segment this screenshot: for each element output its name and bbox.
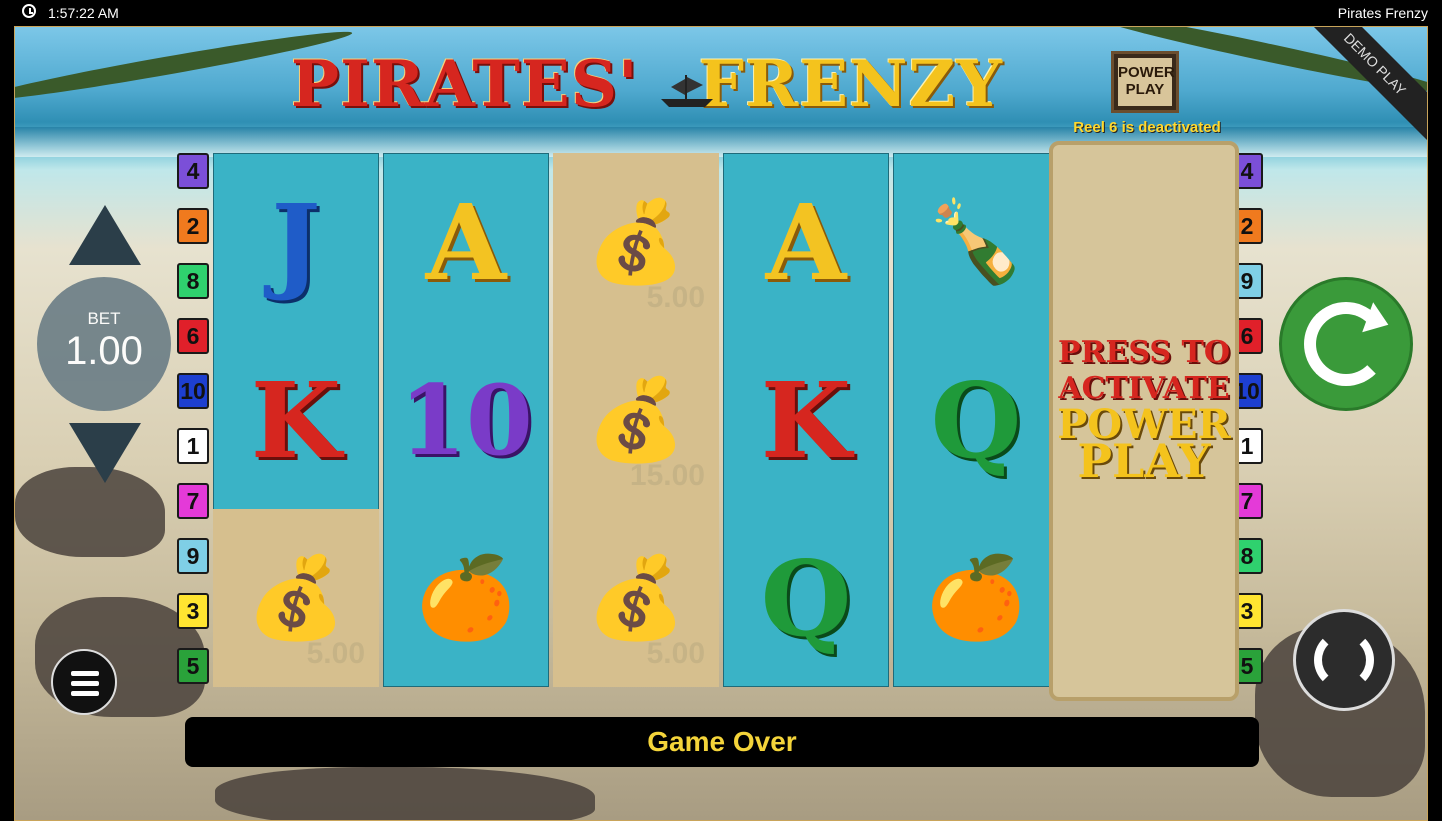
- bag-value: 5.00: [646, 637, 705, 670]
- bet-value: 1.00: [65, 329, 143, 373]
- bag-value: 5.00: [306, 637, 365, 670]
- symbol-j: J: [271, 180, 321, 304]
- bag-value: 15.00: [629, 459, 705, 492]
- reel6-power-play-scroll[interactable]: PRESS TO ACTIVATE POWER PLAY: [1049, 141, 1239, 701]
- autoplay-cycle-icon: [1314, 630, 1374, 690]
- payline-marker: 10: [177, 373, 209, 409]
- reel-cell: A: [383, 153, 549, 331]
- clock-time: 1:57:22 AM: [48, 5, 119, 21]
- bet-increase-arrow-icon[interactable]: [69, 205, 141, 265]
- hamburger-icon: [71, 681, 99, 686]
- payline-marker: 4: [177, 153, 209, 189]
- symbol-10: 10: [399, 363, 533, 477]
- logo-word-frenzy: FRENZY: [698, 47, 1003, 122]
- power-play-badge-line2: PLAY: [1125, 81, 1165, 98]
- reel-cell: K: [723, 331, 889, 509]
- bag-value: 5.00: [646, 281, 705, 314]
- bet-display: BET 1.00: [37, 277, 171, 411]
- reel-cell: 🍊: [893, 509, 1059, 687]
- payline-marker: 7: [177, 483, 209, 519]
- reel-cell: Q: [893, 331, 1059, 509]
- payline-marker: 8: [177, 263, 209, 299]
- power-play-badge-line1: POWER: [1118, 64, 1175, 81]
- payline-marker: 5: [177, 648, 209, 684]
- treasure-bag-icon: 💰: [586, 553, 686, 642]
- reel-cell: 💰 5.00: [553, 153, 719, 331]
- reel-cell: 💰 5.00: [553, 509, 719, 687]
- logo-word-pirates: PIRATES': [291, 47, 639, 122]
- symbol-k: K: [250, 358, 342, 482]
- symbol-q: Q: [930, 358, 1022, 482]
- payline-marker: 2: [177, 208, 209, 244]
- symbol-k: K: [760, 358, 852, 482]
- reel-cell: 🍊: [383, 509, 549, 687]
- reel-cell: A: [723, 153, 889, 331]
- orange-icon: 🍊: [416, 553, 516, 642]
- payline-marker: 9: [177, 538, 209, 574]
- reel6-status-text: Reel 6 is deactivated: [1073, 119, 1221, 136]
- bet-decrease-arrow-icon[interactable]: [69, 423, 141, 483]
- reel-5: 🍾 Q 🍊: [893, 153, 1059, 687]
- press-line1: PRESS TO: [1058, 335, 1230, 370]
- orange-icon: 🍊: [926, 553, 1026, 642]
- treasure-bag-icon: 💰: [586, 375, 686, 464]
- clock-icon: [22, 4, 36, 18]
- rock-decoration: [215, 767, 595, 820]
- pirate-ship-icon: [661, 75, 713, 107]
- app-title: Pirates Frenzy: [1337, 5, 1428, 21]
- reel-3: 💰 5.00 💰 15.00 💰 5.00: [553, 153, 719, 687]
- press-line4: PLAY: [1077, 434, 1211, 488]
- system-status-bar: 1:57:22 AM Pirates Frenzy: [0, 0, 1442, 26]
- power-play-badge[interactable]: POWER PLAY: [1111, 51, 1179, 113]
- hamburger-icon: [71, 691, 99, 696]
- symbol-a: A: [765, 180, 847, 304]
- game-canvas: PIRATES' FRENZY POWER PLAY Reel 6 is deac…: [14, 26, 1428, 821]
- hamburger-icon: [71, 671, 99, 676]
- menu-button[interactable]: [51, 649, 117, 715]
- treasure-bag-icon: 💰: [246, 553, 346, 642]
- reel-cell: 🍾: [893, 153, 1059, 331]
- press-to-activate-text: PRESS TO ACTIVATE POWER PLAY: [1053, 335, 1235, 488]
- treasure-bag-icon: 💰: [586, 197, 686, 286]
- payline-marker: 6: [177, 318, 209, 354]
- bottle-icon: 🍾: [926, 197, 1026, 286]
- payline-marker: 3: [177, 593, 209, 629]
- reel-cell: 💰 15.00: [553, 331, 719, 509]
- reel-cell: Q: [723, 509, 889, 687]
- spin-button[interactable]: [1279, 277, 1413, 411]
- reel-cell: K: [213, 331, 379, 509]
- reel-2: A 10 🍊: [383, 153, 549, 687]
- message-bar: Game Over: [185, 717, 1259, 767]
- reel-cell: 💰 5.00: [213, 509, 379, 687]
- game-logo: PIRATES' FRENZY: [291, 47, 1003, 127]
- reel-1: J K 💰 5.00: [213, 153, 379, 687]
- bet-label: BET: [87, 309, 121, 328]
- reel-cell: J: [213, 153, 379, 331]
- power-play-badge-text: POWER PLAY: [1118, 58, 1175, 106]
- reel-cell: 10: [383, 331, 549, 509]
- autoplay-button[interactable]: [1293, 609, 1395, 711]
- symbol-a: A: [425, 180, 507, 304]
- symbol-q: Q: [760, 536, 852, 660]
- reel-4: AKQ: [723, 153, 889, 687]
- payline-marker: 1: [177, 428, 209, 464]
